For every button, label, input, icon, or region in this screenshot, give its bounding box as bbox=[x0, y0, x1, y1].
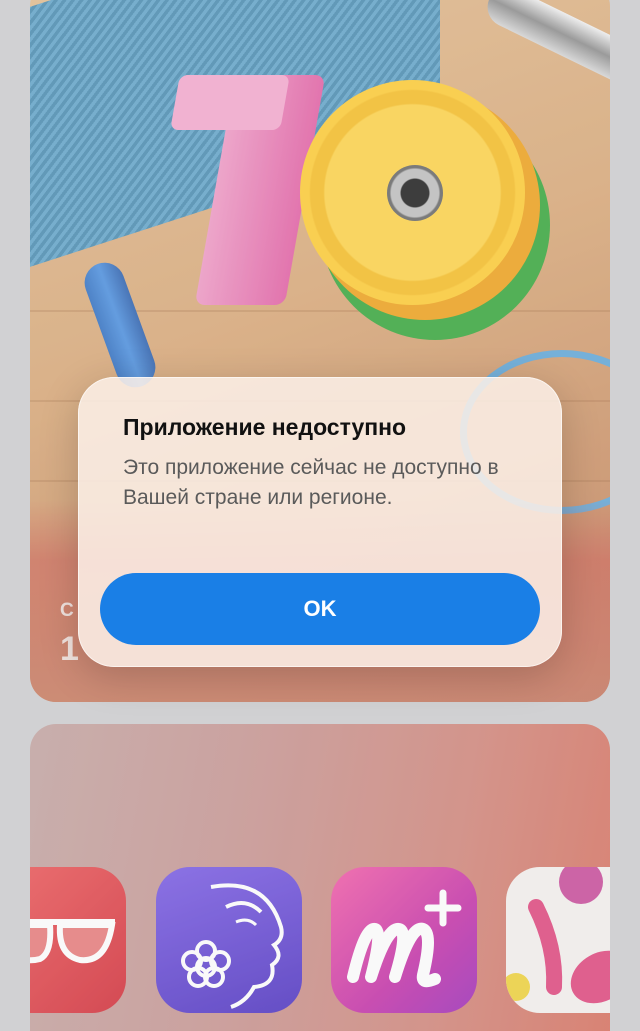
alert-dialog: Приложение недоступно Это приложение сей… bbox=[78, 377, 562, 667]
alert-title: Приложение недоступно bbox=[123, 414, 407, 440]
screen: С 1 Приложение недоступно Это приложение… bbox=[0, 0, 640, 1031]
alert-message: Это приложение сейчас не доступно в Ваше… bbox=[123, 456, 499, 509]
ok-button[interactable]: OK bbox=[100, 573, 540, 645]
